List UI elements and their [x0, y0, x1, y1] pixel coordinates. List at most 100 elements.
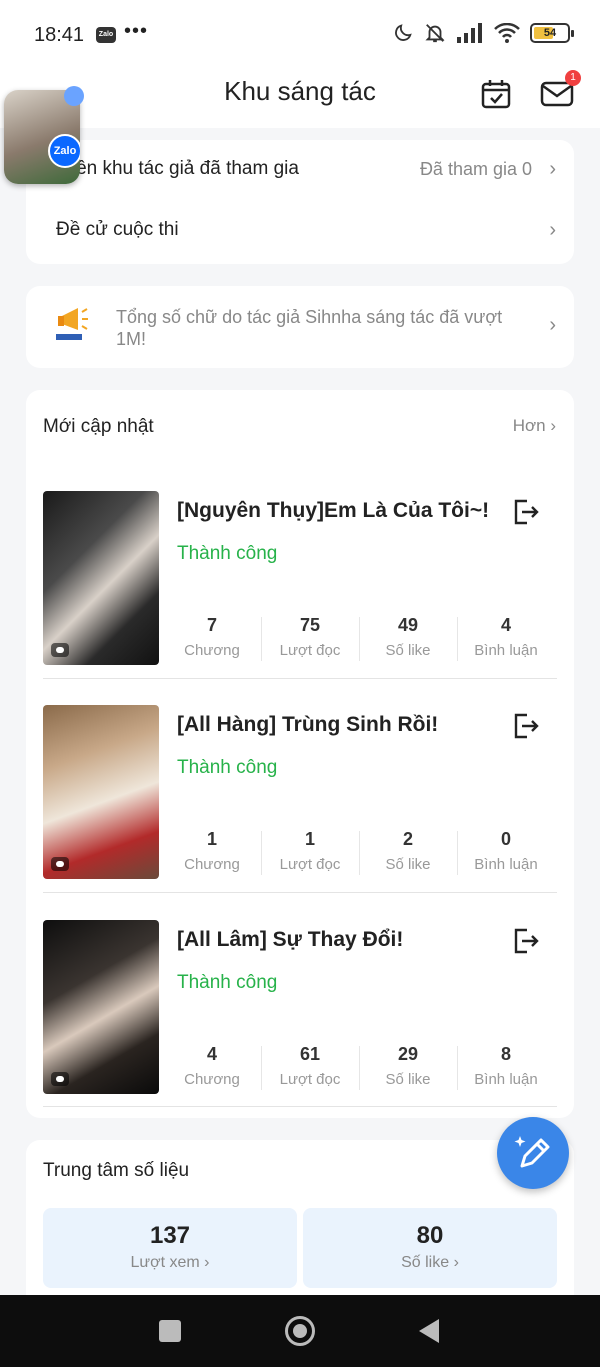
book-stats: 1 Chương 1 Lượt đọc 2 Số like 0 Bình luận [163, 829, 555, 879]
status-time: 18:41 [34, 24, 85, 46]
stat-value: 75 [299, 615, 321, 635]
stat-label: Bình luận [474, 856, 538, 873]
book-status: Thành công [177, 543, 278, 564]
stat-value: 8 [500, 1044, 511, 1064]
joined-zones-count: Đã tham gia 0 [419, 159, 532, 179]
stat-value: 2 [402, 829, 413, 849]
moon-icon [395, 24, 412, 41]
stat-reads: 61 Lượt đọc [261, 1044, 359, 1094]
stat-chapters: 4 Chương [163, 1044, 261, 1094]
book-stats: 7 Chương 75 Lượt đọc 49 Số like 4 Bình luận [163, 615, 555, 665]
status-icons: 54 [392, 22, 574, 44]
likes-label: Số like [401, 1254, 450, 1271]
signal-icon [457, 23, 482, 43]
book-title: [Nguyên Thụy]Em Là Của Tôi~! [177, 499, 490, 522]
stat-chapters: 7 Chương [163, 615, 261, 665]
zalo-notification-icon: Zalo [96, 27, 116, 43]
stat-likes: 29 Số like [359, 1044, 457, 1094]
battery-level: 54 [543, 27, 557, 39]
announcement-card[interactable]: Tổng số chữ do tác giả Sihnha sáng tác đ… [26, 286, 574, 368]
book-item[interactable]: [All Lâm] Sự Thay Đổi! Thành công 4 Chươn… [43, 920, 557, 1108]
stat-value: 1 [206, 829, 217, 849]
stat-label: Lượt đọc [279, 1071, 341, 1088]
stat-reads: 1 Lượt đọc [261, 829, 359, 879]
views-value: 137 [149, 1222, 191, 1249]
chevron-right-icon: › [453, 1254, 459, 1271]
stat-likes: 49 Số like [359, 615, 457, 665]
views-box[interactable]: 137 Lượt xem › [43, 1208, 297, 1288]
divider [43, 678, 557, 679]
stat-label: Lượt đọc [279, 856, 341, 873]
system-nav-bar [0, 1295, 600, 1367]
chevron-right-icon: › [549, 314, 556, 336]
book-status: Thành công [177, 757, 278, 778]
likes-label-row: Số like › [303, 1254, 557, 1272]
views-label: Lượt xem [130, 1254, 200, 1271]
stat-comments: 8 Bình luận [457, 1044, 555, 1094]
chevron-right-icon: › [204, 1254, 210, 1271]
stat-value: 7 [206, 615, 217, 635]
exit-icon[interactable] [511, 497, 541, 527]
book-stats: 4 Chương 61 Lượt đọc 29 Số like 8 Bình luận [163, 1044, 555, 1094]
menu-card: uyên khu tác giả đã tham gia Đã tham gia… [26, 140, 574, 264]
views-label-row: Lượt xem › [43, 1254, 297, 1272]
stat-value: 0 [500, 829, 511, 849]
recent-updates-card: Mới cập nhật Hơn › [Nguyên Thụy]Em Là Củ… [26, 390, 574, 1118]
stat-label: Bình luận [474, 1071, 538, 1088]
exit-icon[interactable] [511, 711, 541, 741]
stat-label: Chương [184, 856, 240, 873]
stat-likes: 2 Số like [359, 829, 457, 879]
write-fab-button[interactable] [497, 1117, 569, 1189]
section-title: Mới cập nhật [43, 416, 154, 437]
book-item[interactable]: [All Hàng] Trùng Sinh Rồi! Thành công 1 C… [43, 705, 557, 893]
divider [43, 1106, 557, 1107]
book-cover [43, 705, 159, 879]
recents-icon[interactable] [159, 1320, 181, 1342]
stat-chapters: 1 Chương [163, 829, 261, 879]
chevron-right-icon: › [550, 416, 556, 435]
likes-box[interactable]: 80 Số like › [303, 1208, 557, 1288]
stat-label: Số like [385, 642, 431, 659]
comment-icon [51, 1072, 69, 1086]
book-title: [All Lâm] Sự Thay Đổi! [177, 928, 404, 951]
exit-icon[interactable] [511, 926, 541, 956]
book-item[interactable]: [Nguyên Thụy]Em Là Của Tôi~! Thành công … [43, 491, 557, 679]
announcement-text: Tổng số chữ do tác giả Sihnha sáng tác đ… [116, 307, 503, 349]
stat-comments: 0 Bình luận [457, 829, 555, 879]
stat-label: Lượt đọc [279, 642, 341, 659]
book-status: Thành công [177, 972, 278, 993]
calendar-check-icon[interactable] [480, 78, 512, 110]
data-center-card: Trung tâm số liệu 137 Lượt xem › 80 Số l… [26, 1140, 574, 1310]
app-header: ‹ Khu sáng tác 1 [0, 68, 600, 128]
stat-value: 61 [299, 1044, 321, 1064]
stat-label: Chương [184, 1071, 240, 1088]
stat-label: Số like [385, 856, 431, 873]
pen-sparkle-icon [514, 1136, 550, 1168]
zalo-logo-icon: Zalo [48, 134, 80, 168]
data-center-title: Trung tâm số liệu [43, 1160, 190, 1181]
chevron-right-icon: › [549, 158, 556, 180]
more-notifications-icon: ••• [124, 20, 149, 42]
contest-nominate-row[interactable]: Đề cử cuộc thi › [26, 201, 574, 261]
home-icon[interactable] [285, 1316, 315, 1346]
comment-icon [51, 857, 69, 871]
stat-label: Chương [184, 642, 240, 659]
back-icon[interactable] [419, 1319, 439, 1343]
contest-nominate-label: Đề cử cuộc thi [56, 219, 179, 240]
stat-value: 1 [304, 829, 315, 849]
stat-value: 49 [397, 615, 419, 635]
comment-icon [51, 643, 69, 657]
book-cover [43, 920, 159, 1094]
stat-value: 29 [397, 1044, 419, 1064]
wifi-icon [494, 23, 520, 43]
status-bar: 18:41 Zalo ••• 54 [0, 0, 600, 68]
mute-bell-icon [425, 24, 445, 43]
more-link[interactable]: Hơn › [513, 416, 556, 436]
book-cover [43, 491, 159, 665]
chevron-right-icon: › [549, 219, 556, 241]
stat-value: 4 [206, 1044, 217, 1064]
stat-value: 4 [500, 615, 511, 635]
stat-label: Số like [385, 1071, 431, 1088]
stat-comments: 4 Bình luận [457, 615, 555, 665]
joined-zones-row[interactable]: uyên khu tác giả đã tham gia Đã tham gia… [26, 140, 574, 200]
